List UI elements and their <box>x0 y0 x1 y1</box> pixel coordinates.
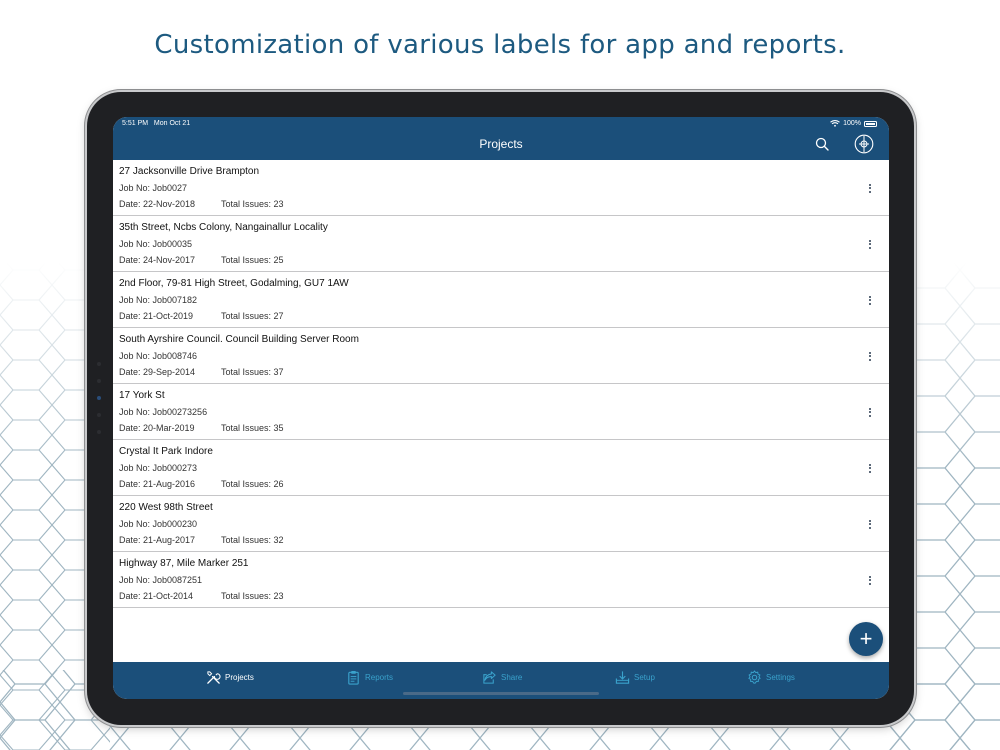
more-options-icon[interactable] <box>863 292 877 308</box>
project-job-number: Job No: Job0087251 <box>119 575 203 585</box>
battery-icon <box>864 120 877 127</box>
project-job-number: Job No: Job0027 <box>119 183 188 193</box>
tab-setup[interactable]: Setup <box>615 662 655 692</box>
project-name: Highway 87, Mile Marker 251 <box>119 558 249 569</box>
project-total-issues: Total Issues: 23 <box>221 591 284 601</box>
status-date-text: Mon Oct 21 <box>153 120 191 127</box>
project-name: 17 York St <box>119 390 165 401</box>
project-date: Date: 20-Mar-2019 <box>119 423 195 433</box>
project-total-issues: Total Issues: 23 <box>221 199 284 209</box>
project-name: Crystal It Park Indore <box>119 446 213 457</box>
project-total-issues: Total Issues: 25 <box>221 255 284 265</box>
tab-label: Projects <box>225 672 254 682</box>
project-total-issues: Total Issues: 26 <box>221 479 284 489</box>
project-date: Date: 29-Sep-2014 <box>119 367 196 377</box>
app-screen: 5:51 PM Mon Oct 21 100% Projects 27 Jack… <box>113 117 889 699</box>
gear-icon <box>748 669 761 684</box>
project-date: Date: 21-Oct-2019 <box>119 311 194 321</box>
page-title: Projects <box>479 137 523 151</box>
tools-icon <box>207 670 221 684</box>
tab-settings[interactable]: Settings <box>747 662 795 692</box>
project-date: Date: 21-Oct-2014 <box>119 591 194 601</box>
project-date: Date: 24-Nov-2017 <box>119 255 196 265</box>
project-date: Date: 22-Nov-2018 <box>119 199 196 209</box>
search-icon[interactable] <box>815 137 829 151</box>
project-row[interactable]: 35th Street, Ncbs Colony, Nangainallur L… <box>113 216 889 272</box>
project-name: 27 Jacksonville Drive Brampton <box>119 166 260 177</box>
status-bar-right: 100% <box>830 120 877 127</box>
project-total-issues: Total Issues: 37 <box>221 367 284 377</box>
project-row[interactable]: Highway 87, Mile Marker 251 Job No: Job0… <box>113 552 889 608</box>
project-total-issues: Total Issues: 35 <box>221 423 284 433</box>
status-time-text: 5:51 PM <box>122 120 149 127</box>
more-options-icon[interactable] <box>863 516 877 532</box>
add-project-button[interactable]: + <box>849 622 883 656</box>
gear-icon[interactable] <box>854 134 874 154</box>
battery-percentage: 100% <box>843 120 861 127</box>
page-headline: Customization of various labels for app … <box>154 30 846 60</box>
bottom-tab-bar: Projects Reports Share Setup Settings <box>113 662 889 699</box>
tab-label: Share <box>501 672 523 682</box>
wifi-icon <box>830 120 840 127</box>
more-options-icon[interactable] <box>863 404 877 420</box>
more-options-icon[interactable] <box>863 180 877 196</box>
project-job-number: Job No: Job007182 <box>119 295 198 305</box>
project-job-number: Job No: Job000230 <box>119 519 198 529</box>
download-tray-icon <box>615 670 630 684</box>
plus-icon: + <box>859 626 873 651</box>
project-name: South Ayrshire Council. Council Building… <box>119 334 359 345</box>
project-job-number: Job No: Job00035 <box>119 239 193 249</box>
project-name: 35th Street, Ncbs Colony, Nangainallur L… <box>119 222 328 233</box>
project-row[interactable]: 27 Jacksonville Drive Brampton Job No: J… <box>113 160 889 216</box>
project-job-number: Job No: Job008746 <box>119 351 198 361</box>
project-job-number: Job No: Job000273 <box>119 463 198 473</box>
project-name: 220 West 98th Street <box>119 502 213 513</box>
home-indicator[interactable] <box>403 692 599 695</box>
projects-list: 27 Jacksonville Drive Brampton Job No: J… <box>113 160 889 608</box>
project-row[interactable]: 17 York St Job No: Job00273256 Date: 20-… <box>113 384 889 440</box>
project-date: Date: 21-Aug-2017 <box>119 535 196 545</box>
project-row[interactable]: 2nd Floor, 79-81 High Street, Godalming,… <box>113 272 889 328</box>
more-options-icon[interactable] <box>863 348 877 364</box>
more-options-icon[interactable] <box>863 572 877 588</box>
project-total-issues: Total Issues: 32 <box>221 535 284 545</box>
project-name: 2nd Floor, 79-81 High Street, Godalming,… <box>119 278 349 289</box>
project-row[interactable]: South Ayrshire Council. Council Building… <box>113 328 889 384</box>
tab-label: Setup <box>634 672 655 682</box>
project-total-issues: Total Issues: 27 <box>221 311 284 321</box>
more-options-icon[interactable] <box>863 236 877 252</box>
share-icon <box>483 670 496 684</box>
navigation-bar: 5:51 PM Mon Oct 21 100% Projects <box>113 117 889 160</box>
project-job-number: Job No: Job00273256 <box>119 407 208 417</box>
project-date: Date: 21-Aug-2016 <box>119 479 196 489</box>
clipboard-icon <box>348 670 359 685</box>
project-row[interactable]: 220 West 98th Street Job No: Job000230 D… <box>113 496 889 552</box>
project-row[interactable]: Crystal It Park Indore Job No: Job000273… <box>113 440 889 496</box>
tab-label: Reports <box>365 672 394 682</box>
device-sensor-dots <box>96 362 102 447</box>
tab-share[interactable]: Share <box>482 662 522 692</box>
tab-reports[interactable]: Reports <box>346 662 393 692</box>
tab-label: Settings <box>766 672 795 682</box>
tab-projects[interactable]: Projects <box>206 662 254 692</box>
more-options-icon[interactable] <box>863 460 877 476</box>
status-bar-time: 5:51 PM Mon Oct 21 <box>122 120 190 127</box>
